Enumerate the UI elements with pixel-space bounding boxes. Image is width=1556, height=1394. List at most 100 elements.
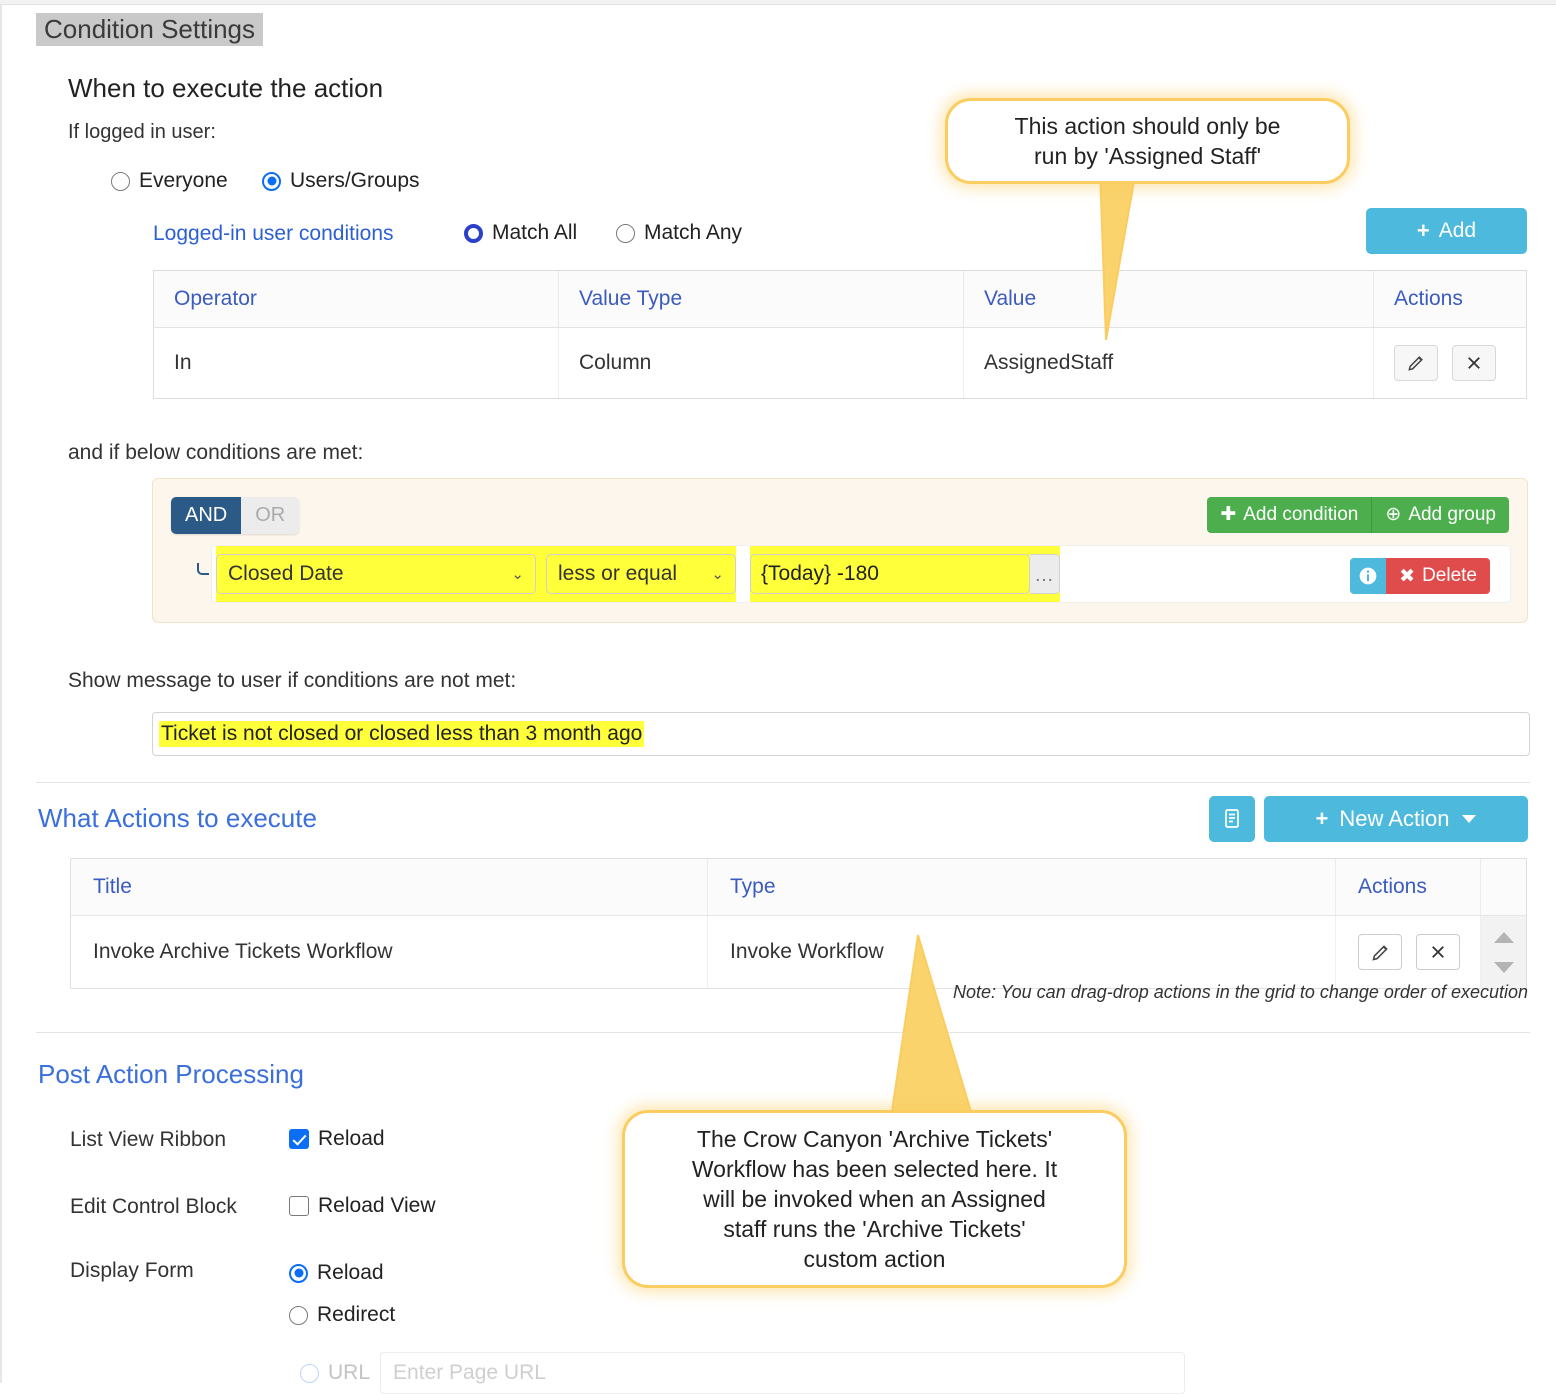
callout-1-text: This action should only be run by 'Assig… (1014, 113, 1281, 169)
table-header-row: Operator Value Type Value Actions (154, 271, 1526, 328)
field-select-highlight: Closed Date ⌄ (216, 546, 536, 602)
condition-field-select[interactable]: Closed Date ⌄ (216, 554, 536, 594)
chevron-down-icon: ⌄ (511, 566, 524, 583)
radio-match-any-label: Match Any (644, 221, 743, 244)
document-list-icon (1225, 809, 1239, 828)
checkbox-edit-control-block-reload-view[interactable]: Reload View (289, 1194, 436, 1218)
radio-users-groups-circle[interactable] (262, 171, 281, 191)
delete-x-icon[interactable] (1452, 345, 1496, 381)
cell-value-type: Column (559, 328, 964, 398)
post-action-processing-heading: Post Action Processing (38, 1059, 304, 1089)
cell-action-buttons (1336, 916, 1481, 988)
not-met-message-input[interactable]: Ticket is not closed or closed less than… (152, 712, 1530, 756)
radio-circle[interactable] (289, 1263, 308, 1283)
radio-match-any[interactable]: Match Any (616, 221, 742, 245)
condition-rule-row: Closed Date ⌄ less or equal ⌄ {Today} -1… (211, 545, 1511, 603)
edit-pencil-icon[interactable] (1358, 934, 1402, 970)
new-action-label: New Action (1339, 806, 1450, 831)
cell-actions (1374, 328, 1526, 398)
not-met-message-value: Ticket is not closed or closed less than… (159, 721, 645, 747)
chevron-down-icon (1462, 815, 1477, 823)
radio-match-any-circle[interactable] (616, 223, 635, 243)
show-message-label: Show message to user if conditions are n… (68, 669, 517, 692)
plus-icon: + (1416, 218, 1430, 243)
column-header-actions: Actions (1394, 287, 1463, 310)
checkbox-list-view-ribbon-reload[interactable]: Reload (289, 1127, 385, 1151)
plus-icon: ✚ (1220, 504, 1237, 525)
add-user-condition-button[interactable]: + Add (1366, 208, 1527, 254)
radio-users-groups-label: Users/Groups (290, 169, 420, 192)
callout-archive-tickets-workflow: The Crow Canyon 'Archive Tickets' Workfl… (622, 1110, 1127, 1288)
and-if-conditions-label: and if below conditions are met: (68, 441, 364, 464)
ellipsis-icon: ... (1035, 565, 1054, 586)
edit-pencil-icon[interactable] (1394, 345, 1438, 381)
divider-above-post-action (36, 1032, 1530, 1033)
add-group-label: Add group (1408, 504, 1496, 525)
top-strip-divider (0, 4, 1556, 5)
callout-2-text: The Crow Canyon 'Archive Tickets' Workfl… (691, 1126, 1058, 1272)
plus-circle-icon: ⊕ (1385, 504, 1402, 525)
info-icon[interactable] (1350, 558, 1387, 594)
new-action-button[interactable]: + New Action (1264, 796, 1528, 842)
condition-value-text: {Today} -180 (761, 562, 879, 585)
logged-in-user-conditions-link[interactable]: Logged-in user conditions (153, 220, 394, 247)
delete-x-icon[interactable] (1416, 934, 1460, 970)
condition-field-value: Closed Date (228, 562, 344, 585)
scroll-down-arrow-icon[interactable] (1493, 961, 1514, 973)
group-action-buttons: ✚ Add condition ⊕ Add group (1207, 497, 1509, 533)
list-view-ribbon-label: List View Ribbon (70, 1128, 227, 1151)
radio-users-groups[interactable]: Users/Groups (262, 169, 420, 193)
radio-everyone[interactable]: Everyone (111, 169, 228, 193)
display-form-label: Display Form (70, 1259, 194, 1282)
page-title: Condition Settings (36, 13, 264, 46)
and-or-toggle[interactable]: AND OR (171, 497, 300, 534)
radio-match-all-circle[interactable] (464, 223, 483, 243)
delete-condition-button[interactable]: ✖ Delete (1386, 558, 1490, 594)
operator-select-highlight: less or equal ⌄ (536, 546, 736, 602)
checkbox-box[interactable] (289, 1129, 309, 1149)
condition-operator-value: less or equal (558, 562, 678, 585)
if-logged-in-user-label: If logged in user: (68, 121, 216, 143)
delete-label: Delete (1422, 565, 1477, 586)
value-input-highlight: {Today} -180 ... (750, 546, 1060, 602)
callout-1-tail (1098, 169, 1138, 341)
radio-everyone-label: Everyone (139, 169, 228, 192)
radio-label: Redirect (317, 1303, 396, 1326)
add-condition-label: Add condition (1243, 504, 1359, 525)
checkbox-label: Reload (318, 1127, 385, 1150)
condition-operator-select[interactable]: less or equal ⌄ (546, 554, 736, 594)
condition-group-box: AND OR ✚ Add condition ⊕ Add group Close… (152, 478, 1528, 623)
column-header-value-type: Value Type (559, 271, 964, 327)
column-header-type: Type (708, 859, 1336, 915)
radio-match-all[interactable]: Match All (464, 221, 577, 245)
condition-value-input[interactable]: {Today} -180 (750, 554, 1030, 594)
action-templates-button[interactable] (1209, 796, 1255, 842)
condition-value-browse-button[interactable]: ... (1030, 554, 1060, 594)
left-border-upper (0, 4, 2, 694)
add-condition-button[interactable]: ✚ Add condition (1207, 497, 1372, 533)
checkbox-box[interactable] (289, 1196, 309, 1216)
column-header-title: Title (71, 859, 708, 915)
x-icon: ✖ (1399, 565, 1416, 587)
add-group-button[interactable]: ⊕ Add group (1371, 497, 1509, 533)
condition-settings-page: Condition Settings When to execute the a… (0, 0, 1556, 1394)
or-toggle-button[interactable]: OR (241, 497, 300, 534)
plus-icon: + (1315, 806, 1329, 831)
radio-everyone-circle[interactable] (111, 171, 130, 191)
when-to-execute-heading: When to execute the action (68, 73, 384, 103)
redirect-url-row: URL Enter Page URL (300, 1352, 1186, 1394)
group-tree-connector (197, 563, 209, 575)
scroll-up-arrow-icon[interactable] (1493, 931, 1514, 943)
checkbox-label: Reload View (318, 1194, 436, 1217)
cell-operator: In (154, 328, 559, 398)
actions-table: Title Type Actions Invoke Archive Ticket… (70, 858, 1527, 989)
grid-scrollbar[interactable] (1481, 916, 1526, 988)
radio-url-circle[interactable] (300, 1363, 319, 1383)
actions-table-header: Title Type Actions (71, 859, 1526, 916)
callout-assigned-staff: This action should only be run by 'Assig… (945, 98, 1350, 184)
radio-display-form-reload[interactable]: Reload (289, 1261, 384, 1285)
radio-display-form-redirect[interactable]: Redirect (289, 1303, 395, 1327)
page-url-input[interactable]: Enter Page URL (380, 1352, 1186, 1394)
radio-circle[interactable] (289, 1305, 308, 1325)
and-toggle-button[interactable]: AND (171, 497, 242, 534)
